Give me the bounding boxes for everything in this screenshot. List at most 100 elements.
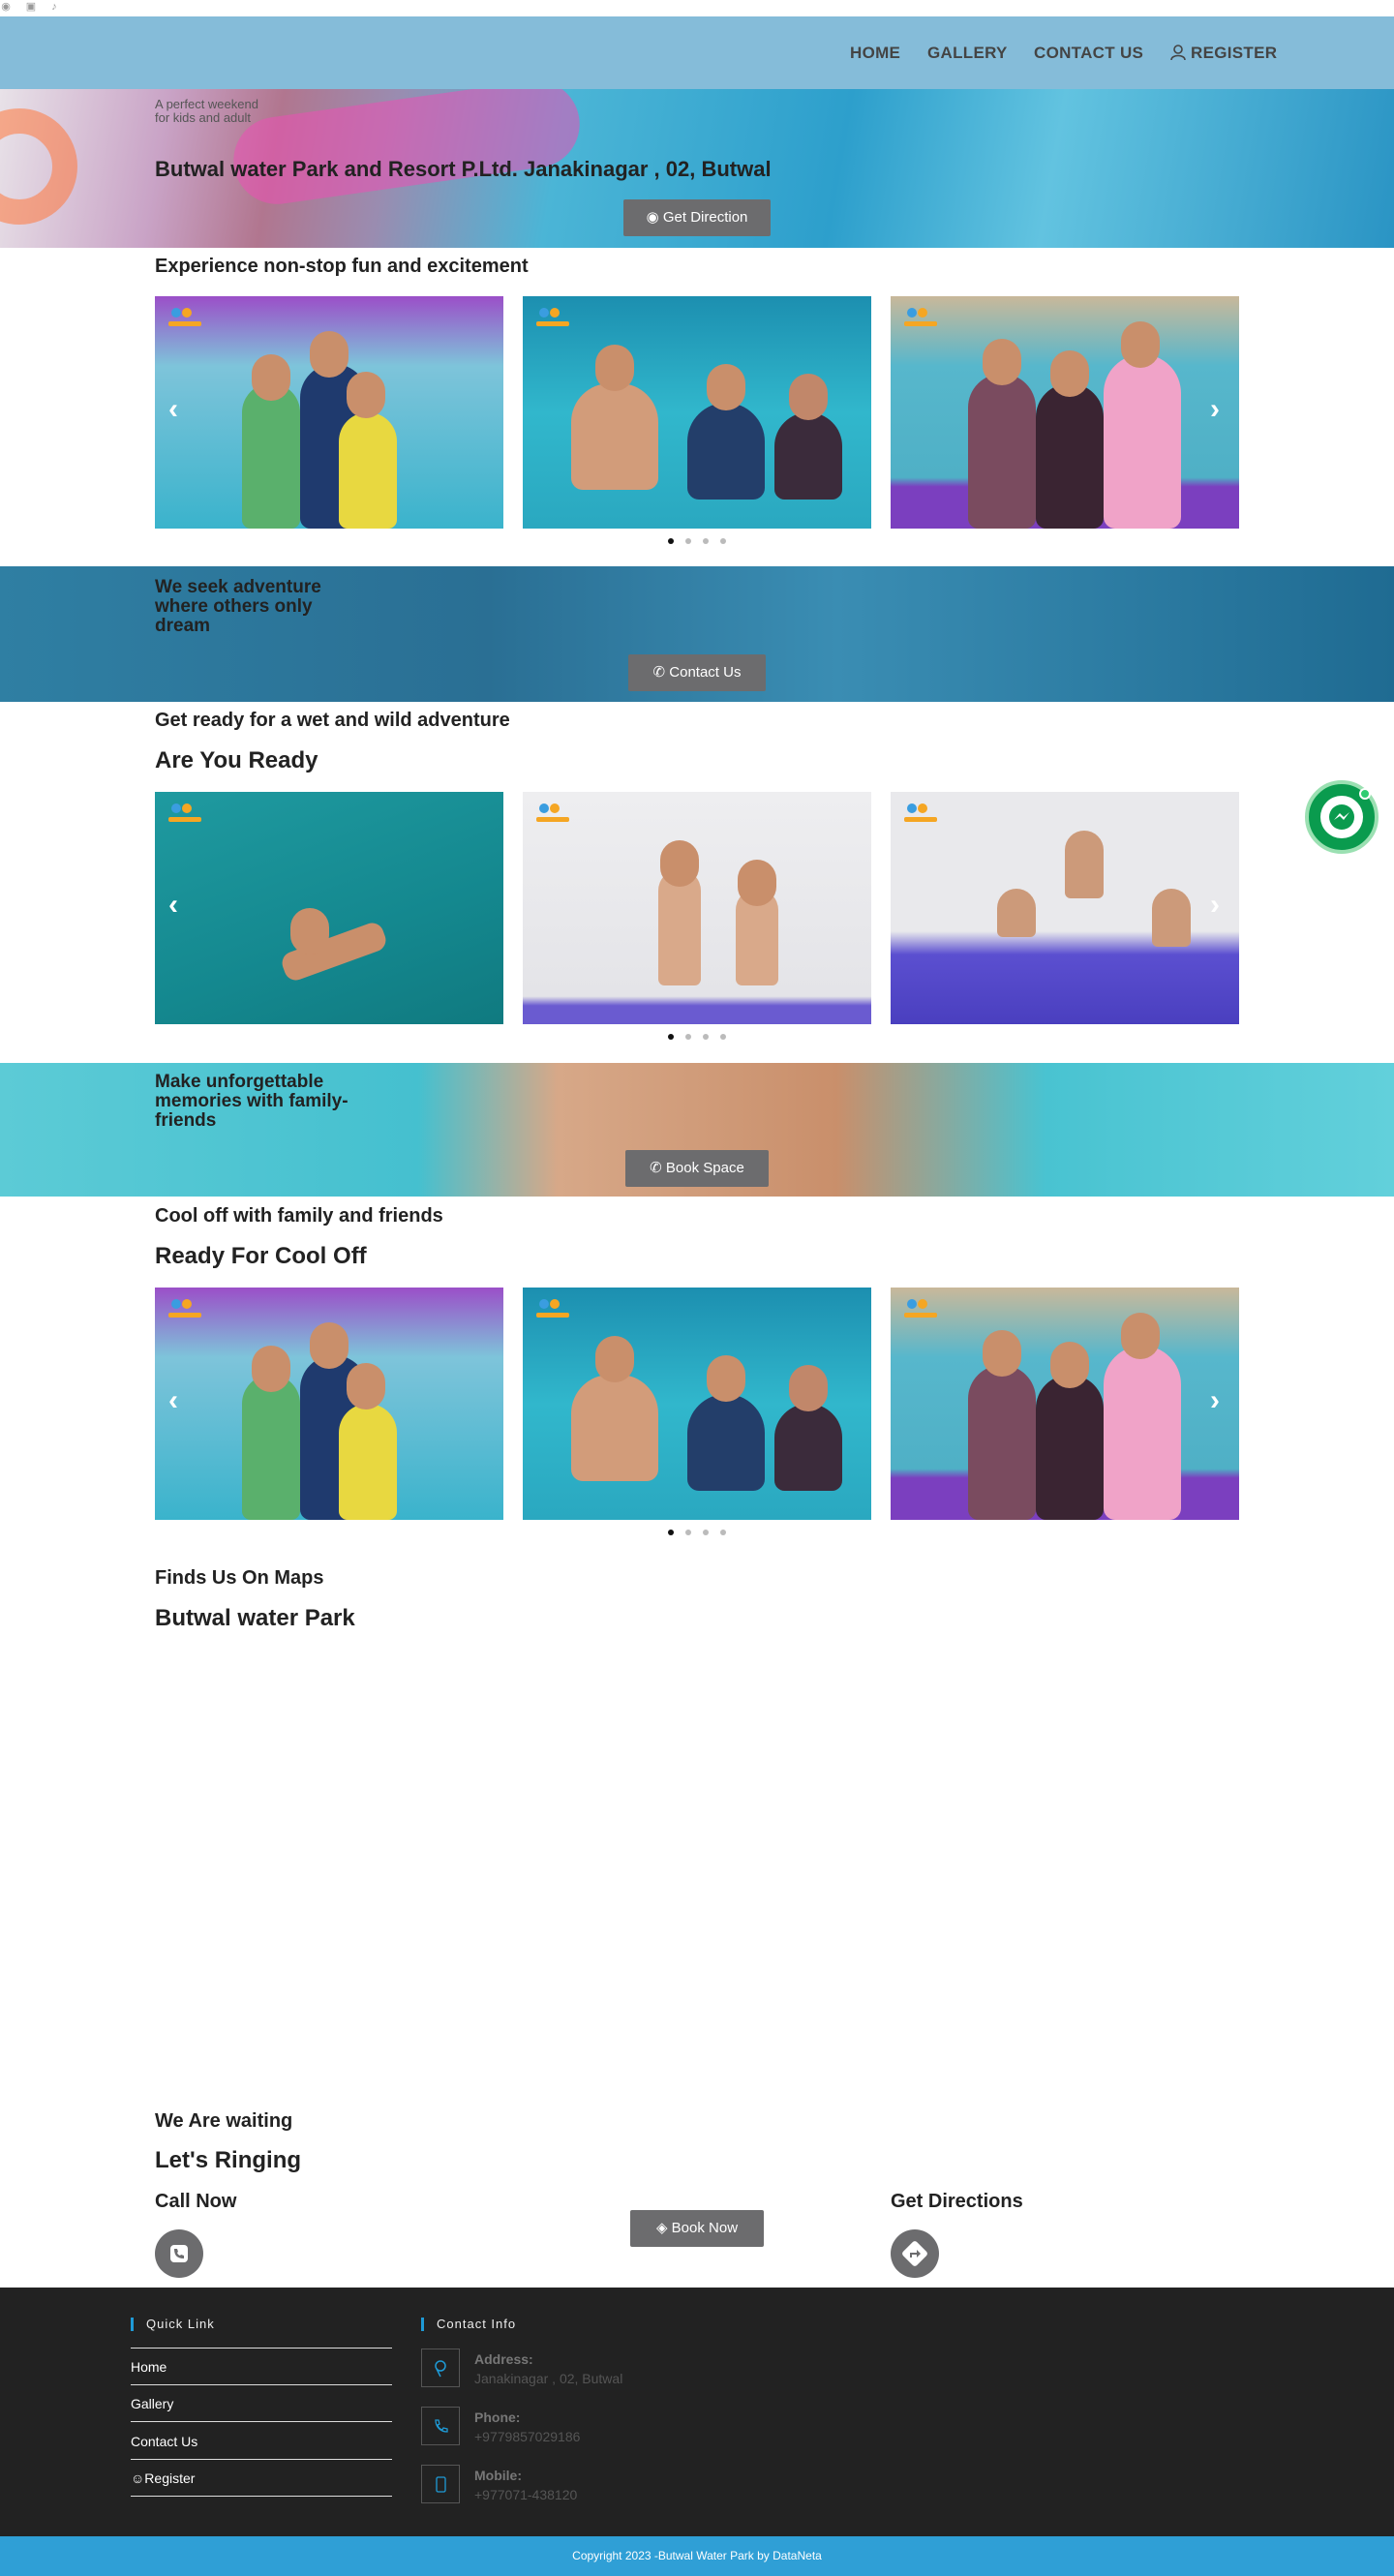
park-logo bbox=[168, 803, 201, 827]
carousel-dots bbox=[668, 1530, 726, 1537]
footer: Quick Link Home Gallery Contact Us ☺Regi… bbox=[0, 2288, 1394, 2536]
social-bar: ◉ ▣ ♪ bbox=[0, 0, 1394, 15]
carousel-prev[interactable]: ‹ bbox=[168, 1384, 178, 1417]
navbar: HOME GALLERY CONTACT US REGISTER bbox=[0, 16, 1394, 89]
hero-subtitle: A perfect weekend for kids and adult bbox=[155, 97, 258, 125]
carousel-dot[interactable] bbox=[703, 1530, 709, 1535]
carousel-dot[interactable] bbox=[703, 1034, 709, 1040]
nav-home[interactable]: HOME bbox=[850, 44, 900, 63]
carousel-dot[interactable] bbox=[668, 538, 674, 544]
carousel-dot[interactable] bbox=[668, 1530, 674, 1535]
divider bbox=[131, 2384, 392, 2385]
gallery-photo[interactable]: › bbox=[891, 1288, 1239, 1520]
gallery-photo[interactable]: › bbox=[891, 792, 1239, 1024]
map-embed[interactable] bbox=[155, 1646, 1239, 2101]
phone-icon: ✆ bbox=[650, 1160, 662, 1176]
carousel-next[interactable]: › bbox=[1210, 393, 1220, 426]
get-direction-label: Get Direction bbox=[662, 209, 748, 226]
park-logo bbox=[904, 1299, 937, 1322]
section2-title: Are You Ready bbox=[155, 747, 318, 773]
section2-heading: Get ready for a wet and wild adventure bbox=[155, 710, 510, 731]
user-icon: ☺ bbox=[131, 2470, 145, 2486]
hero-decoration bbox=[0, 108, 77, 225]
section3-title: Ready For Cool Off bbox=[155, 1243, 367, 1269]
contact-info-heading: Contact Info bbox=[421, 2317, 516, 2331]
gallery-photo[interactable] bbox=[523, 296, 871, 529]
carousel-dot[interactable] bbox=[720, 1530, 726, 1535]
gallery-photo[interactable] bbox=[523, 792, 871, 1024]
carousel-prev[interactable]: ‹ bbox=[168, 393, 178, 426]
book-now-button[interactable]: ◈ Book Now bbox=[630, 2210, 764, 2247]
adventure-banner: We seek adventure where others only drea… bbox=[0, 566, 1394, 702]
user-icon bbox=[1170, 45, 1186, 61]
footer-link-home[interactable]: Home bbox=[131, 2359, 392, 2375]
gallery-photo[interactable]: ‹ bbox=[155, 792, 503, 1024]
carousel-prev[interactable]: ‹ bbox=[168, 889, 178, 922]
carousel-dot[interactable] bbox=[703, 538, 709, 544]
address-label: Address: bbox=[474, 2351, 533, 2367]
messenger-icon bbox=[1320, 796, 1363, 838]
address-value: Janakinagar , 02, Butwal bbox=[474, 2371, 623, 2386]
section1-heading: Experience non-stop fun and excitement bbox=[155, 256, 529, 277]
footer-link-register-label: Register bbox=[144, 2470, 196, 2486]
hero-banner: A perfect weekend for kids and adult But… bbox=[0, 89, 1394, 248]
nav-contact-us[interactable]: CONTACT US bbox=[1034, 44, 1143, 63]
park-logo bbox=[168, 1299, 201, 1322]
mobile-value[interactable]: +977071-438120 bbox=[474, 2487, 577, 2502]
gallery-photo[interactable]: › bbox=[891, 296, 1239, 529]
carousel-dots bbox=[668, 538, 726, 546]
footer-link-contact-us[interactable]: Contact Us bbox=[131, 2434, 392, 2449]
divider bbox=[131, 2348, 392, 2349]
messenger-button[interactable] bbox=[1305, 780, 1379, 854]
map-marker-icon bbox=[421, 2349, 460, 2387]
diamond-icon: ◈ bbox=[655, 2220, 668, 2236]
map-marker-icon: ◉ bbox=[646, 209, 659, 226]
adventure-banner-text: We seek adventure where others only drea… bbox=[155, 577, 321, 636]
carousel-dots bbox=[668, 1034, 726, 1042]
quick-link-heading: Quick Link bbox=[131, 2317, 215, 2331]
contact-us-button[interactable]: ✆ Contact Us bbox=[628, 654, 766, 691]
nav-gallery[interactable]: GALLERY bbox=[927, 44, 1008, 63]
section3-heading: Cool off with family and friends bbox=[155, 1205, 443, 1227]
tiktok-icon[interactable]: ♪ bbox=[48, 1, 60, 13]
divider bbox=[131, 2459, 392, 2460]
gallery-photo[interactable]: ‹ bbox=[155, 1288, 503, 1520]
park-logo bbox=[904, 803, 937, 827]
divider bbox=[131, 2421, 392, 2422]
copyright-bar: Copyright 2023 -Butwal Water Park by Dat… bbox=[0, 2536, 1394, 2576]
memories-banner-text: Make unforgettable memories with family-… bbox=[155, 1072, 348, 1131]
carousel-next[interactable]: › bbox=[1210, 1384, 1220, 1417]
call-now-heading: Call Now bbox=[155, 2191, 237, 2212]
book-space-label: Book Space bbox=[665, 1160, 744, 1176]
instagram-icon[interactable]: ▣ bbox=[25, 1, 37, 13]
carousel-dot[interactable] bbox=[720, 1034, 726, 1040]
maps-title: Butwal water Park bbox=[155, 1605, 355, 1631]
maps-heading: Finds Us On Maps bbox=[155, 1567, 324, 1589]
footer-link-register[interactable]: ☺Register bbox=[131, 2470, 392, 2486]
carousel-next[interactable]: › bbox=[1210, 889, 1220, 922]
directions-button[interactable] bbox=[891, 2229, 939, 2278]
carousel-dot[interactable] bbox=[685, 1034, 691, 1040]
phone-label: Phone: bbox=[474, 2409, 521, 2425]
park-logo bbox=[168, 308, 201, 331]
hero-title: Butwal water Park and Resort P.Ltd. Jana… bbox=[155, 157, 772, 181]
get-direction-button[interactable]: ◉ Get Direction bbox=[623, 199, 771, 236]
online-indicator bbox=[1359, 788, 1371, 800]
park-logo bbox=[536, 308, 569, 331]
hero-image-glasses bbox=[227, 89, 586, 210]
phone-value[interactable]: +9779857029186 bbox=[474, 2429, 580, 2444]
call-button[interactable] bbox=[155, 2229, 203, 2278]
carousel-dot[interactable] bbox=[720, 538, 726, 544]
park-logo bbox=[536, 1299, 569, 1322]
facebook-icon[interactable]: ◉ bbox=[0, 1, 12, 13]
gallery-photo[interactable] bbox=[523, 1288, 871, 1520]
footer-link-gallery[interactable]: Gallery bbox=[131, 2396, 392, 2411]
gallery-photo[interactable]: ‹ bbox=[155, 296, 503, 529]
book-space-button[interactable]: ✆ Book Space bbox=[625, 1150, 769, 1187]
carousel-dot[interactable] bbox=[685, 1530, 691, 1535]
nav-register[interactable]: REGISTER bbox=[1169, 44, 1277, 63]
carousel-dot[interactable] bbox=[685, 538, 691, 544]
ringing-heading: We Are waiting bbox=[155, 2110, 293, 2132]
carousel-dot[interactable] bbox=[668, 1034, 674, 1040]
ringing-title: Let's Ringing bbox=[155, 2147, 302, 2173]
